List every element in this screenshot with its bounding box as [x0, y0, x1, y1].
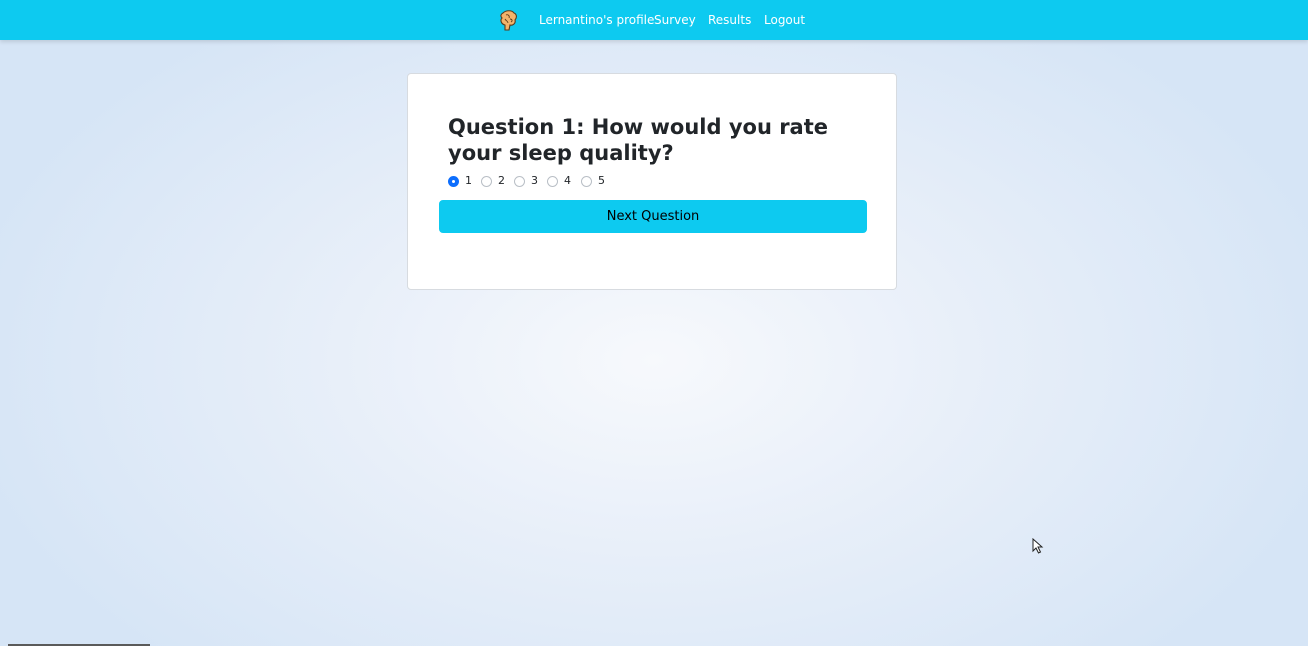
- nav-link-results[interactable]: Results: [708, 12, 751, 28]
- mouse-cursor-icon: [1032, 538, 1044, 554]
- radio-button-4[interactable]: [547, 175, 558, 187]
- next-question-button[interactable]: Next Question: [439, 200, 867, 233]
- radio-button-3[interactable]: [514, 175, 525, 187]
- rating-option-4[interactable]: 4: [547, 174, 571, 188]
- rating-option-label: 1: [465, 174, 472, 187]
- rating-option-3[interactable]: 3: [514, 174, 538, 188]
- nav-link-survey[interactable]: Survey: [654, 12, 696, 28]
- rating-option-label: 5: [598, 174, 605, 187]
- rating-option-label: 4: [564, 174, 571, 187]
- brain-logo-icon[interactable]: [497, 9, 519, 31]
- survey-card: Question 1: How would you rate your slee…: [407, 73, 897, 290]
- question-title: Question 1: How would you rate your slee…: [448, 115, 829, 165]
- radio-button-2[interactable]: [481, 175, 492, 187]
- nav-link-logout[interactable]: Logout: [764, 12, 805, 28]
- rating-option-1[interactable]: 1: [448, 174, 472, 188]
- rating-option-label: 3: [531, 174, 538, 187]
- radio-button-5[interactable]: [581, 175, 592, 187]
- radio-button-1[interactable]: [448, 175, 459, 187]
- rating-option-label: 2: [498, 174, 505, 187]
- rating-option-2[interactable]: 2: [481, 174, 505, 188]
- nav-link-profile[interactable]: Lernantino's profile: [539, 12, 654, 28]
- top-navbar: Lernantino's profile Survey Results Logo…: [0, 0, 1308, 40]
- rating-option-5[interactable]: 5: [581, 174, 605, 188]
